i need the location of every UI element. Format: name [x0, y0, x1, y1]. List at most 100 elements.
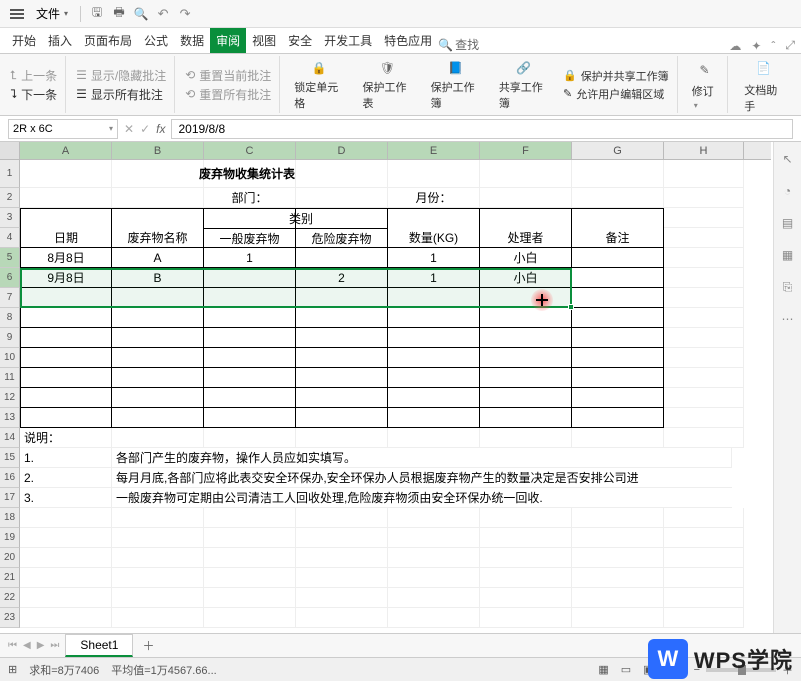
- row-header[interactable]: 4: [0, 228, 20, 248]
- print-icon[interactable]: 🖶: [109, 4, 129, 24]
- sparkle-icon[interactable]: ✦: [751, 39, 761, 53]
- sheet-nav-last-icon[interactable]: ⏭: [50, 640, 59, 651]
- row-header[interactable]: 2: [0, 188, 20, 208]
- revision-button[interactable]: ✎ 修订▾: [684, 56, 726, 113]
- note-text[interactable]: 每月月底,各部门应将此表交安全环保办,安全环保办人员根据废弃物产生的数量决定是否…: [112, 468, 732, 488]
- select-all-corner[interactable]: [0, 142, 20, 159]
- row-header[interactable]: 8: [0, 308, 20, 328]
- hamburger-icon[interactable]: [6, 5, 28, 23]
- table-cell[interactable]: [204, 268, 296, 288]
- row-header[interactable]: 7: [0, 288, 20, 308]
- fx-icon[interactable]: fx: [156, 122, 165, 136]
- table-cell[interactable]: 2: [296, 268, 388, 288]
- reset-current-comment-button[interactable]: ⟲ 重置当前批注: [185, 67, 271, 84]
- tab-review[interactable]: 审阅: [210, 28, 246, 53]
- undo-icon[interactable]: ↶: [153, 4, 173, 24]
- confirm-icon[interactable]: ✓: [140, 122, 150, 136]
- redo-icon[interactable]: ↷: [175, 4, 195, 24]
- row-header[interactable]: 22: [0, 588, 20, 608]
- row-header[interactable]: 3: [0, 208, 20, 228]
- lock-cell-button[interactable]: 🔒 锁定单元格: [286, 56, 352, 113]
- hdr-remark[interactable]: [572, 208, 664, 228]
- row-header[interactable]: 11: [0, 368, 20, 388]
- table-cell[interactable]: [572, 248, 664, 268]
- doc-assist-button[interactable]: 📄 文档助手: [736, 54, 791, 116]
- col-header[interactable]: C: [204, 142, 296, 159]
- hdr-name[interactable]: [112, 208, 204, 228]
- name-box[interactable]: 2R x 6C ▾: [8, 119, 118, 139]
- month-label[interactable]: 月份：: [388, 188, 480, 208]
- col-header[interactable]: B: [112, 142, 204, 159]
- tab-start[interactable]: 开始: [6, 28, 42, 53]
- col-header[interactable]: E: [388, 142, 480, 159]
- hdr-qty[interactable]: [388, 208, 480, 228]
- show-hide-comment-button[interactable]: ☰ 显示/隐藏批注: [76, 67, 166, 84]
- cancel-icon[interactable]: ✕: [124, 122, 134, 136]
- row-header[interactable]: 12: [0, 388, 20, 408]
- hdr-date[interactable]: [20, 208, 112, 228]
- col-header[interactable]: G: [572, 142, 664, 159]
- protect-share-button[interactable]: 🔒 保护并共享工作簿: [563, 68, 669, 84]
- prev-comment-button[interactable]: ⮤ 上一条: [10, 67, 57, 84]
- tab-view[interactable]: 视图: [246, 28, 282, 53]
- table-cell[interactable]: A: [112, 248, 204, 268]
- row-header[interactable]: 17: [0, 488, 20, 508]
- row-header[interactable]: 1: [0, 160, 20, 188]
- row-header[interactable]: 15: [0, 448, 20, 468]
- maximize-icon[interactable]: ⤢: [785, 38, 795, 53]
- show-all-comments-button[interactable]: ☰ 显示所有批注: [76, 86, 166, 103]
- reset-all-comments-button[interactable]: ⟲ 重置所有批注: [185, 86, 271, 103]
- view-normal-icon[interactable]: ▦: [598, 663, 608, 676]
- table-cell[interactable]: B: [112, 268, 204, 288]
- col-header[interactable]: H: [664, 142, 744, 159]
- row-header[interactable]: 21: [0, 568, 20, 588]
- preview-icon[interactable]: 🔍: [131, 4, 151, 24]
- tab-layout[interactable]: 页面布局: [78, 28, 138, 53]
- tab-special[interactable]: 特色应用: [378, 28, 438, 53]
- protect-book-button[interactable]: 📘 保护工作簿: [423, 56, 489, 113]
- row-header[interactable]: 23: [0, 608, 20, 628]
- table-cell[interactable]: 1: [388, 248, 480, 268]
- table-mode-icon[interactable]: ⊞: [8, 663, 17, 676]
- tab-formula[interactable]: 公式: [138, 28, 174, 53]
- table-cell[interactable]: 8月8日: [20, 248, 112, 268]
- cloud-icon[interactable]: ☁: [729, 39, 741, 53]
- table-cell[interactable]: 1: [388, 268, 480, 288]
- allow-edit-button[interactable]: ✎ 允许用户编辑区域: [563, 86, 669, 102]
- table-cell[interactable]: 小白: [480, 268, 572, 288]
- tab-insert[interactable]: 插入: [42, 28, 78, 53]
- file-menu[interactable]: 文件 ▾: [30, 3, 74, 24]
- row-header[interactable]: 19: [0, 528, 20, 548]
- row-header[interactable]: 16: [0, 468, 20, 488]
- protect-sheet-button[interactable]: 🛡 保护工作表: [354, 56, 420, 113]
- note-title[interactable]: 说明：: [20, 428, 112, 448]
- fill-handle[interactable]: [568, 304, 574, 310]
- row-header[interactable]: 9: [0, 328, 20, 348]
- share-book-button[interactable]: 🔗 共享工作簿: [491, 56, 557, 113]
- tab-security[interactable]: 安全: [282, 28, 318, 53]
- table-cell[interactable]: [296, 248, 388, 268]
- property-tool-icon[interactable]: ▤: [779, 214, 797, 232]
- tab-dev[interactable]: 开发工具: [318, 28, 378, 53]
- table-cell[interactable]: 小白: [480, 248, 572, 268]
- row-header[interactable]: 18: [0, 508, 20, 528]
- hdr-handler[interactable]: [480, 208, 572, 228]
- sheet-nav-prev-icon[interactable]: ◀: [23, 640, 31, 651]
- backup-tool-icon[interactable]: ⎘: [779, 278, 797, 296]
- row-header[interactable]: 5: [0, 248, 20, 268]
- sheet-nav-next-icon[interactable]: ▶: [37, 640, 45, 651]
- grid-tool-icon[interactable]: ▦: [779, 246, 797, 264]
- table-cell[interactable]: [572, 268, 664, 288]
- table-cell[interactable]: 1: [204, 248, 296, 268]
- dept-label[interactable]: 部门：: [204, 188, 296, 208]
- table-title[interactable]: 废弃物收集统计表: [204, 160, 296, 188]
- add-sheet-button[interactable]: ＋: [139, 637, 157, 655]
- row-header[interactable]: 14: [0, 428, 20, 448]
- row-header[interactable]: 13: [0, 408, 20, 428]
- row-header[interactable]: 10: [0, 348, 20, 368]
- more-tool-icon[interactable]: ⋯: [779, 310, 797, 328]
- search-button[interactable]: 🔍 查找: [438, 36, 479, 53]
- select-tool-icon[interactable]: ↖: [779, 150, 797, 168]
- sheet-tab[interactable]: Sheet1: [65, 634, 133, 657]
- view-page-icon[interactable]: ▭: [621, 663, 631, 676]
